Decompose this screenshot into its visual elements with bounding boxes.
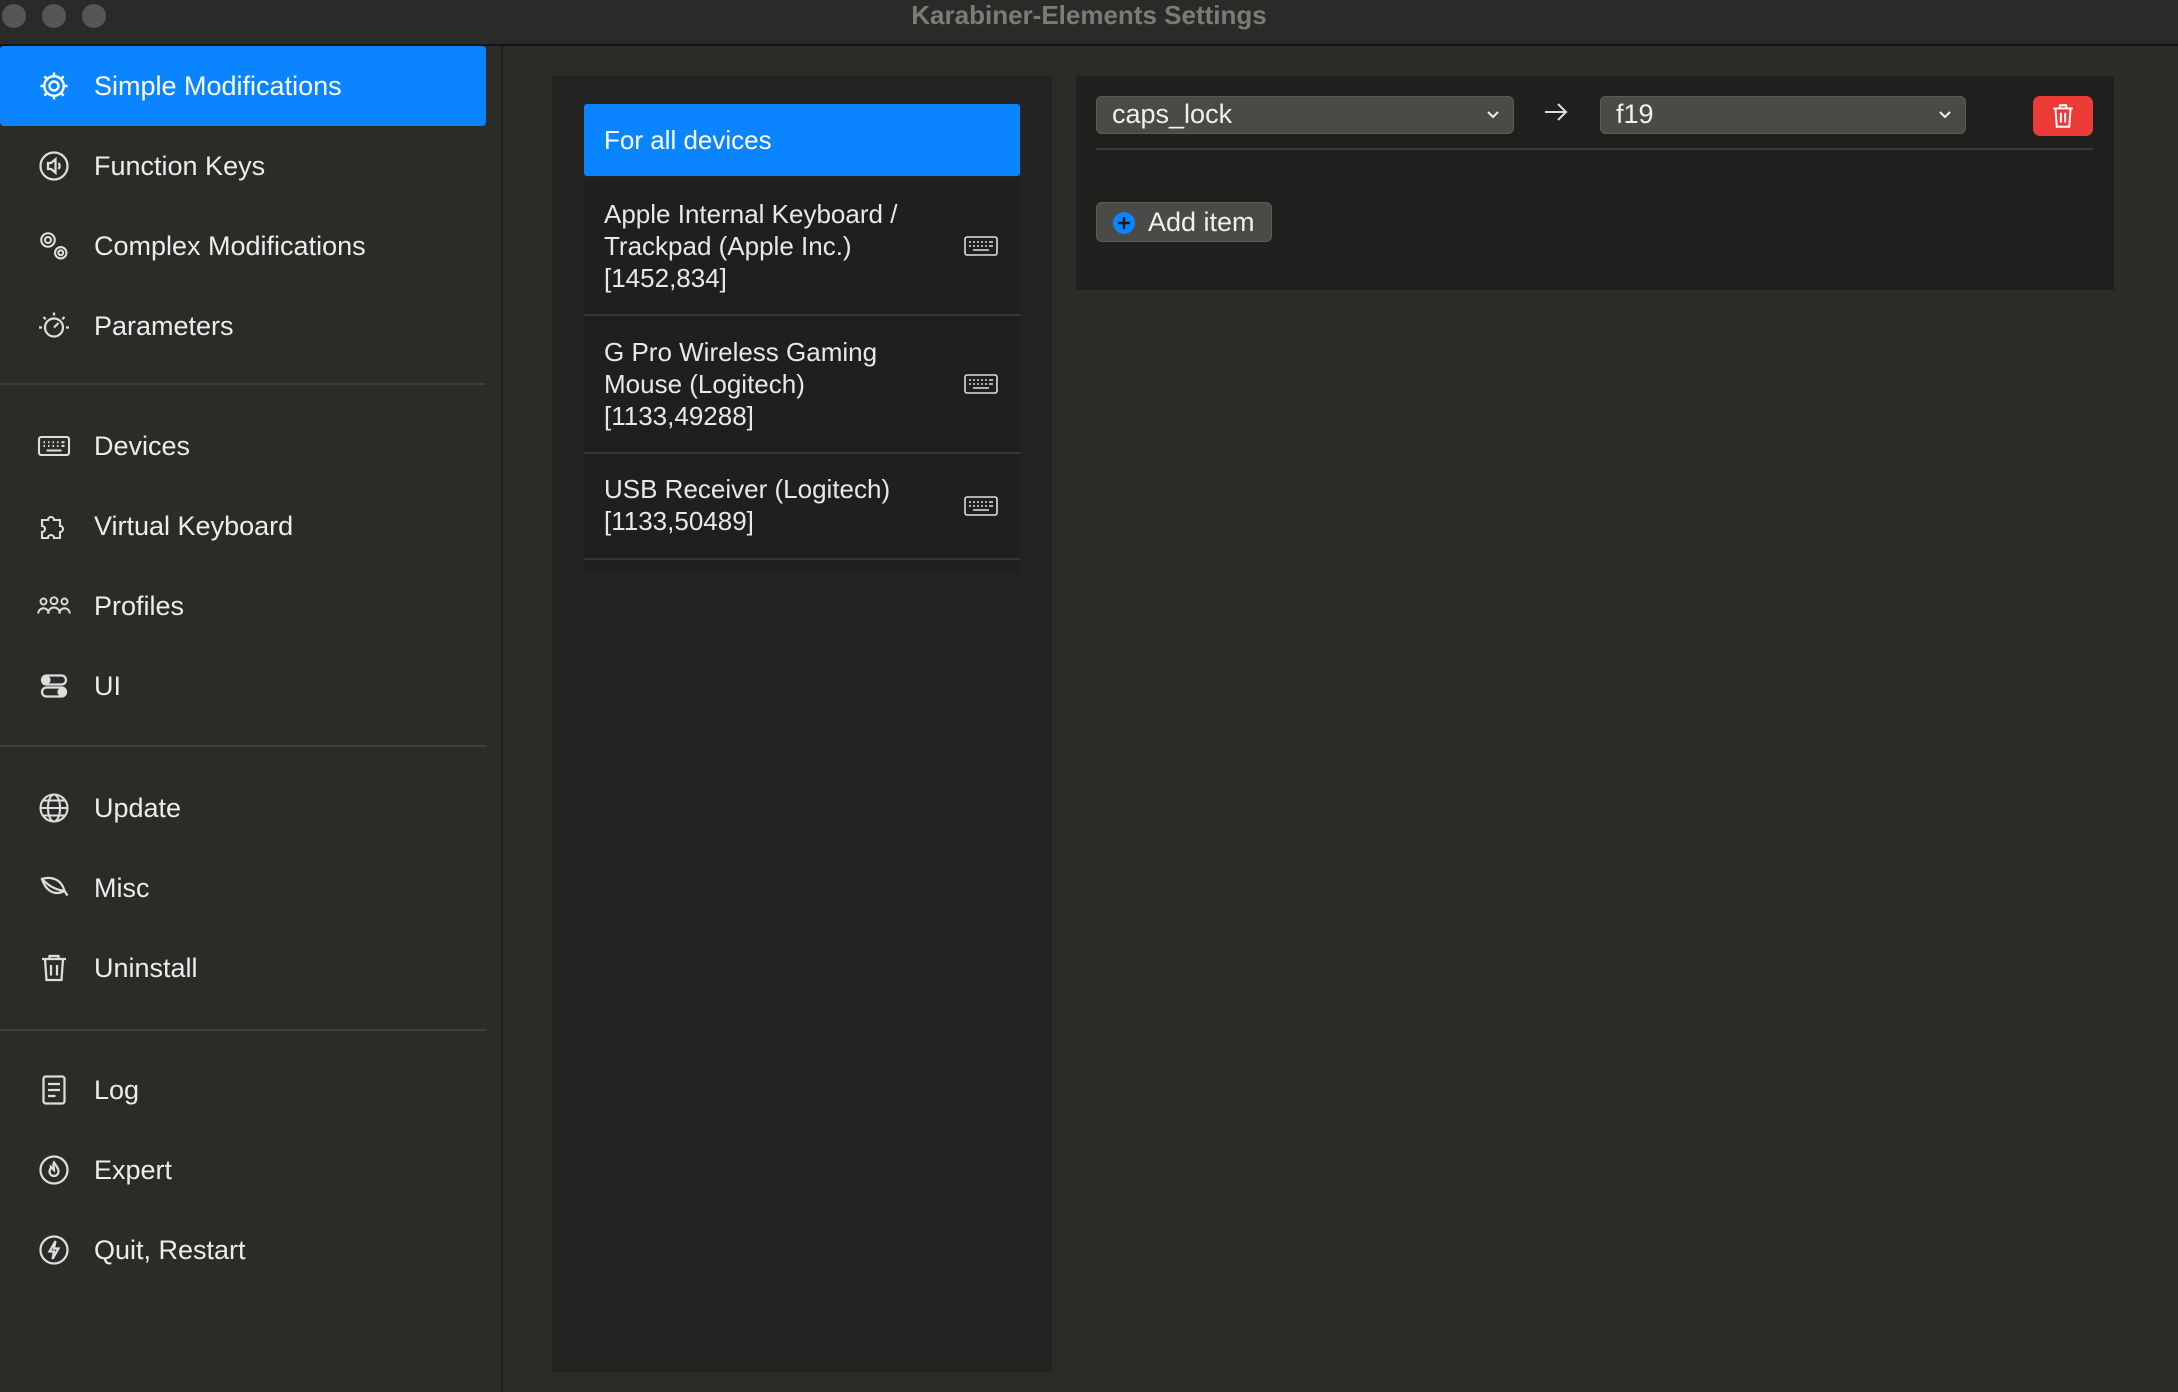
gears-icon	[34, 226, 74, 266]
sidebar-divider	[0, 383, 486, 385]
sidebar-divider	[0, 745, 486, 747]
sidebar-item-label: Misc	[94, 872, 150, 903]
keyboard-icon	[964, 374, 998, 394]
sidebar-item-label: Uninstall	[94, 952, 198, 983]
sidebar-item-label: Parameters	[94, 310, 234, 341]
trash-icon	[34, 948, 74, 988]
title-bar: Karabiner-Elements Settings	[0, 0, 2178, 46]
puzzle-icon	[34, 506, 74, 546]
dial-icon	[34, 306, 74, 346]
sidebar-item-label: Quit, Restart	[94, 1234, 246, 1265]
add-item-button[interactable]: Add item	[1096, 202, 1272, 242]
sidebar-item-label: Simple Modifications	[94, 70, 342, 101]
row-divider	[1096, 148, 2093, 150]
speaker-icon	[34, 146, 74, 186]
device-name: USB Receiver (Logitech) [1133,50489]	[604, 474, 891, 536]
from-key-select[interactable]: caps_lock	[1096, 96, 1514, 134]
sidebar-item-parameters[interactable]: Parameters	[0, 286, 486, 366]
sidebar-item-uninstall[interactable]: Uninstall	[0, 928, 486, 1008]
globe-icon	[34, 788, 74, 828]
devices-list-footer	[584, 560, 1020, 574]
sidebar-item-label: Complex Modifications	[94, 230, 366, 261]
device-item-g-pro-wireless-mouse[interactable]: G Pro Wireless Gaming Mouse (Logitech) […	[584, 316, 1020, 454]
chevron-down-icon	[1487, 111, 1499, 119]
keyboard-icon	[964, 496, 998, 516]
gear-icon	[34, 66, 74, 106]
chevron-down-icon	[1939, 111, 1951, 119]
sidebar-item-quit-restart[interactable]: Quit, Restart	[0, 1210, 486, 1290]
sidebar-item-expert[interactable]: Expert	[0, 1130, 486, 1210]
sidebar-item-label: Function Keys	[94, 150, 266, 181]
sidebar-item-label: Log	[94, 1074, 140, 1105]
sidebar-item-simple-modifications[interactable]: Simple Modifications	[0, 46, 486, 126]
sidebar-item-label: UI	[94, 670, 121, 701]
sidebar-item-function-keys[interactable]: Function Keys	[0, 126, 486, 206]
people-icon	[34, 586, 74, 626]
keyboard-icon	[964, 236, 998, 256]
sidebar-item-label: Expert	[94, 1154, 173, 1185]
device-item-all-devices[interactable]: For all devices	[584, 104, 1020, 176]
sidebar-divider	[0, 1029, 486, 1031]
add-item-label: Add item	[1148, 207, 1255, 237]
sidebar-item-label: Update	[94, 792, 182, 823]
sidebar-item-devices[interactable]: Devices	[0, 406, 486, 486]
sidebar-item-log[interactable]: Log	[0, 1050, 486, 1130]
keyboard-icon	[34, 426, 74, 466]
flame-icon	[34, 1150, 74, 1190]
sidebar-item-label: Virtual Keyboard	[94, 510, 294, 541]
sidebar-item-label: Profiles	[94, 590, 185, 621]
sidebar-item-misc[interactable]: Misc	[0, 848, 486, 928]
sidebar-item-complex-modifications[interactable]: Complex Modifications	[0, 206, 486, 286]
to-key-select[interactable]: f19	[1600, 96, 1966, 134]
sidebar-item-update[interactable]: Update	[0, 768, 486, 848]
toggles-icon	[34, 666, 74, 706]
leaf-icon	[34, 868, 74, 908]
document-icon	[34, 1070, 74, 1110]
to-key-value: f19	[1616, 99, 1654, 129]
sidebar-item-ui[interactable]: UI	[0, 646, 486, 726]
sidebar-item-profiles[interactable]: Profiles	[0, 566, 486, 646]
device-item-usb-receiver[interactable]: USB Receiver (Logitech) [1133,50489]	[584, 454, 1020, 560]
arrow-right-icon	[1545, 103, 1568, 121]
device-name: For all devices	[604, 125, 772, 155]
devices-list: For all devices Apple Internal Keyboard …	[552, 76, 1052, 1372]
device-name: G Pro Wireless Gaming Mouse (Logitech) […	[604, 337, 878, 431]
plus-circle-icon	[1113, 212, 1135, 234]
sidebar: Simple Modifications Function Keys Compl…	[0, 46, 503, 1392]
bolt-icon	[34, 1230, 74, 1270]
sidebar-item-label: Devices	[94, 430, 191, 461]
device-item-apple-internal-keyboard[interactable]: Apple Internal Keyboard / Trackpad (Appl…	[584, 178, 1020, 316]
delete-item-button[interactable]	[2033, 96, 2093, 136]
sidebar-item-virtual-keyboard[interactable]: Virtual Keyboard	[0, 486, 486, 566]
trash-icon	[2053, 104, 2073, 128]
window-title: Karabiner-Elements Settings	[911, 0, 1267, 30]
modifications-panel: caps_lock f19 Add item	[1076, 76, 2114, 290]
from-key-value: caps_lock	[1112, 99, 1233, 129]
device-name: Apple Internal Keyboard / Trackpad (Appl…	[604, 199, 898, 293]
